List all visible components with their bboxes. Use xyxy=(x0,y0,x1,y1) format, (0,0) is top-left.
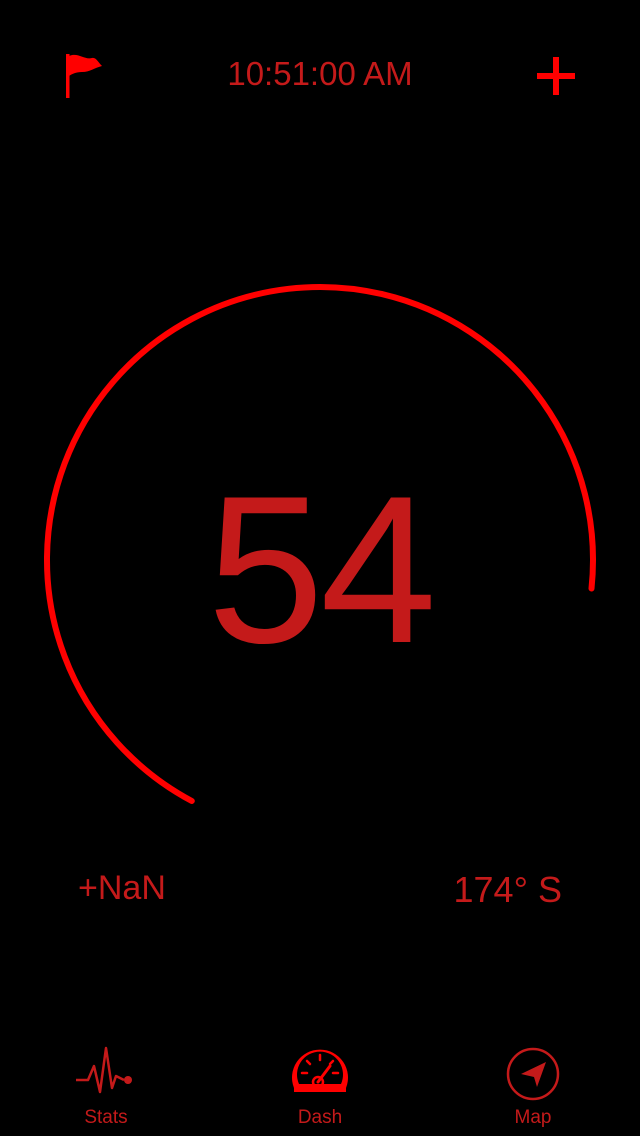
speedometer-icon xyxy=(292,1049,348,1092)
tab-dash[interactable]: Dash xyxy=(255,1040,385,1136)
location-arrow-icon xyxy=(506,1047,560,1101)
flag-button[interactable] xyxy=(56,48,112,104)
tab-stats-label: Stats xyxy=(84,1107,128,1128)
heading-readout: 174° S xyxy=(453,869,562,910)
tab-dash-label: Dash xyxy=(297,1107,343,1128)
clock-time: 10:51:00 AM xyxy=(227,55,413,92)
tab-map[interactable]: Map xyxy=(468,1040,598,1136)
pulse-icon xyxy=(76,1046,132,1094)
tab-stats[interactable]: Stats xyxy=(41,1040,171,1136)
altitude-readout: +NaN xyxy=(78,869,166,907)
tab-map-label: Map xyxy=(514,1107,552,1128)
speed-value: 54 xyxy=(207,452,437,687)
plus-icon xyxy=(537,57,575,95)
add-button[interactable] xyxy=(526,46,586,106)
flag-icon xyxy=(66,54,102,98)
